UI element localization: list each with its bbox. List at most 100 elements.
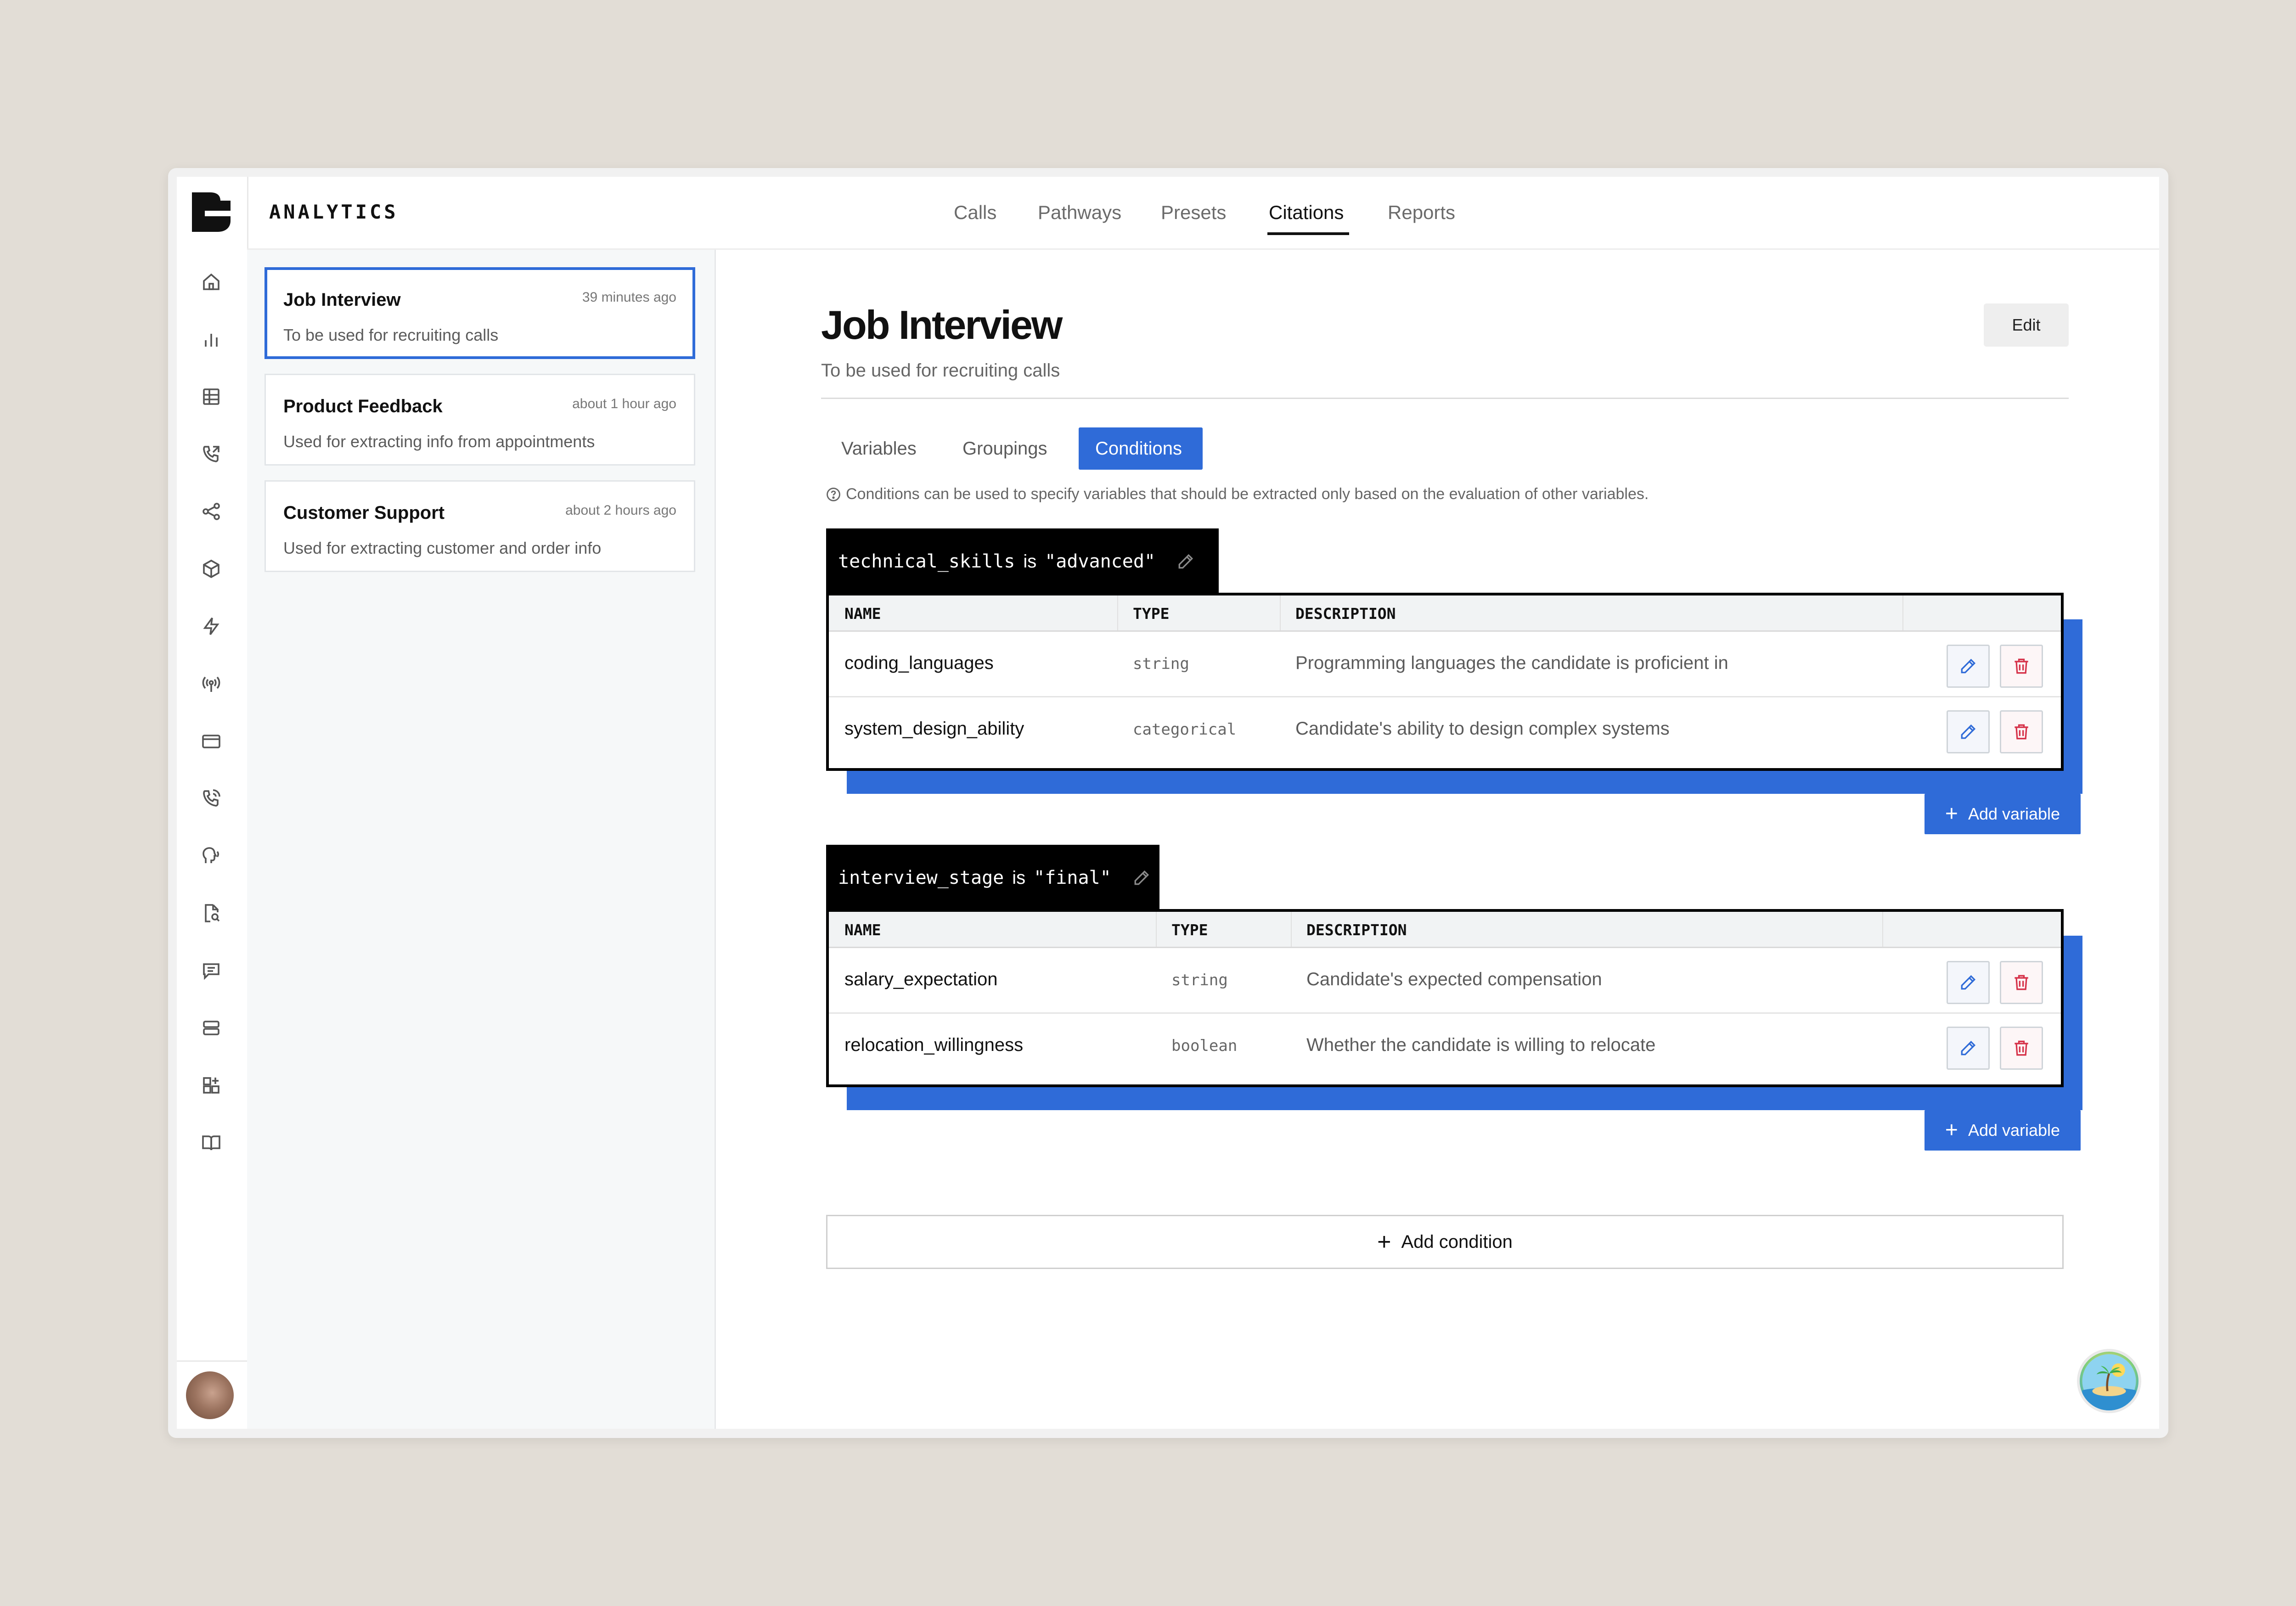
tab-groupings[interactable]: Groupings xyxy=(946,427,1064,470)
header-type: TYPE xyxy=(1171,921,1208,939)
nav-reports[interactable]: Reports xyxy=(1388,202,1455,224)
conditions-info: Conditions can be used to specify variab… xyxy=(826,485,1649,503)
list-item-description: Used for extracting customer and order i… xyxy=(283,539,602,557)
nav-calls[interactable]: Calls xyxy=(954,202,996,224)
nav-citations[interactable]: Citations xyxy=(1269,202,1344,224)
column-separator xyxy=(1882,912,1883,947)
page-title: Job Interview xyxy=(821,302,1063,348)
help-circle-icon xyxy=(827,487,840,501)
credit-card-icon[interactable] xyxy=(200,730,222,752)
list-item-title: Customer Support xyxy=(283,503,445,523)
list-item-title: Job Interview xyxy=(283,290,401,310)
rail-divider xyxy=(177,1360,247,1362)
message-square-icon[interactable] xyxy=(200,960,222,982)
edit-condition-pencil-icon[interactable] xyxy=(1131,868,1152,888)
edit-condition-pencil-icon[interactable] xyxy=(1176,551,1196,572)
server-icon[interactable] xyxy=(200,1017,222,1039)
file-search-icon[interactable] xyxy=(200,902,222,924)
delete-variable-button[interactable] xyxy=(2000,1027,2043,1070)
trash-icon xyxy=(2015,975,2028,990)
condition-value: "final" xyxy=(1034,867,1111,888)
trash-icon xyxy=(2015,1040,2028,1056)
logo-icon[interactable] xyxy=(192,192,231,232)
plus-icon: + xyxy=(1377,1229,1391,1255)
conditions-info-text: Conditions can be used to specify variab… xyxy=(846,485,1649,503)
pencil-icon xyxy=(1961,975,1976,990)
variable-type: boolean xyxy=(1171,1037,1238,1055)
add-variable-button[interactable]: + Add variable xyxy=(1925,794,2081,834)
column-separator xyxy=(1291,912,1292,947)
trash-icon xyxy=(2015,658,2028,674)
home-icon[interactable] xyxy=(200,271,222,293)
variable-description: Candidate's expected compensation xyxy=(1306,969,1602,989)
header-name: NAME xyxy=(844,921,881,939)
table-row: system_design_ability categorical Candid… xyxy=(829,697,2061,762)
title-divider xyxy=(821,398,2069,399)
table-header: NAME TYPE DESCRIPTION xyxy=(829,595,2061,632)
table-row: salary_expectation string Candidate's ex… xyxy=(829,948,2061,1014)
edit-variable-button[interactable] xyxy=(1947,710,1990,753)
add-variable-label: Add variable xyxy=(1968,1121,2060,1140)
book-icon[interactable] xyxy=(200,1132,222,1154)
bar-chart-icon[interactable] xyxy=(200,328,222,350)
icon-rail xyxy=(177,177,248,1429)
box-icon[interactable] xyxy=(200,558,222,580)
palm-island-icon xyxy=(2082,1354,2136,1410)
edit-variable-button[interactable] xyxy=(1947,961,1990,1004)
list-item-time: about 1 hour ago xyxy=(572,396,676,411)
trash-icon xyxy=(2015,724,2028,740)
delete-variable-button[interactable] xyxy=(2000,710,2043,753)
list-item-customer-support[interactable]: Customer Support about 2 hours ago Used … xyxy=(264,480,695,572)
condition-1-label: technical_skills is "advanced" xyxy=(826,528,1219,595)
table-icon[interactable] xyxy=(200,386,222,408)
header-name: NAME xyxy=(844,605,881,623)
variable-description: Programming languages the candidate is p… xyxy=(1295,653,1728,673)
list-item-job-interview[interactable]: Job Interview 39 minutes ago To be used … xyxy=(264,267,695,359)
table-row: coding_languages string Programming lang… xyxy=(829,632,2061,697)
citation-list-pane: Job Interview 39 minutes ago To be used … xyxy=(247,250,716,1429)
avatar[interactable] xyxy=(186,1371,234,1419)
share-nodes-icon[interactable] xyxy=(200,500,222,522)
condition-1-table: NAME TYPE DESCRIPTION coding_languages s… xyxy=(826,593,2064,771)
add-variable-button[interactable]: + Add variable xyxy=(1925,1110,2081,1151)
nav-pathways[interactable]: Pathways xyxy=(1038,202,1121,224)
nav-presets[interactable]: Presets xyxy=(1161,202,1226,224)
speech-icon[interactable] xyxy=(200,845,222,867)
list-item-time: 39 minutes ago xyxy=(582,290,676,305)
condition-2-label: interview_stage is "final" xyxy=(826,845,1159,911)
phone-call-icon[interactable] xyxy=(200,787,222,809)
edit-variable-button[interactable] xyxy=(1947,1027,1990,1070)
condition-operator: is xyxy=(1012,867,1026,888)
condition-variable: interview_stage xyxy=(838,867,1004,888)
edit-variable-button[interactable] xyxy=(1947,645,1990,688)
grid-plus-icon[interactable] xyxy=(200,1074,222,1096)
brand-label: ANALYTICS xyxy=(269,201,399,223)
tab-variables[interactable]: Variables xyxy=(825,427,933,470)
list-item-product-feedback[interactable]: Product Feedback about 1 hour ago Used f… xyxy=(264,374,695,466)
nav-active-indicator xyxy=(1267,232,1349,235)
list-item-time: about 2 hours ago xyxy=(565,503,676,518)
variable-name: salary_expectation xyxy=(844,969,998,989)
delete-variable-button[interactable] xyxy=(2000,961,2043,1004)
header-description: DESCRIPTION xyxy=(1295,605,1396,623)
table-row: relocation_willingness boolean Whether t… xyxy=(829,1014,2061,1078)
lightning-icon[interactable] xyxy=(200,615,222,637)
island-assistant-button[interactable] xyxy=(2077,1349,2141,1413)
table-header: NAME TYPE DESCRIPTION xyxy=(829,912,2061,948)
column-separator xyxy=(1117,595,1118,630)
variable-name: relocation_willingness xyxy=(844,1035,1024,1055)
delete-variable-button[interactable] xyxy=(2000,645,2043,688)
add-condition-button[interactable]: + Add condition xyxy=(826,1215,2064,1269)
edit-button[interactable]: Edit xyxy=(1984,303,2069,347)
list-item-title: Product Feedback xyxy=(283,396,443,416)
list-item-description: Used for extracting info from appointmen… xyxy=(283,432,595,451)
broadcast-icon[interactable] xyxy=(200,673,222,695)
variable-description: Whether the candidate is willing to relo… xyxy=(1306,1035,1656,1055)
pencil-icon xyxy=(1961,1040,1976,1056)
condition-2-table: NAME TYPE DESCRIPTION salary_expectation… xyxy=(826,909,2064,1087)
header-description: DESCRIPTION xyxy=(1306,921,1407,939)
phone-outgoing-icon[interactable] xyxy=(200,443,222,465)
tab-conditions[interactable]: Conditions xyxy=(1079,427,1203,470)
variable-type: string xyxy=(1171,971,1228,989)
add-variable-label: Add variable xyxy=(1968,804,2060,823)
